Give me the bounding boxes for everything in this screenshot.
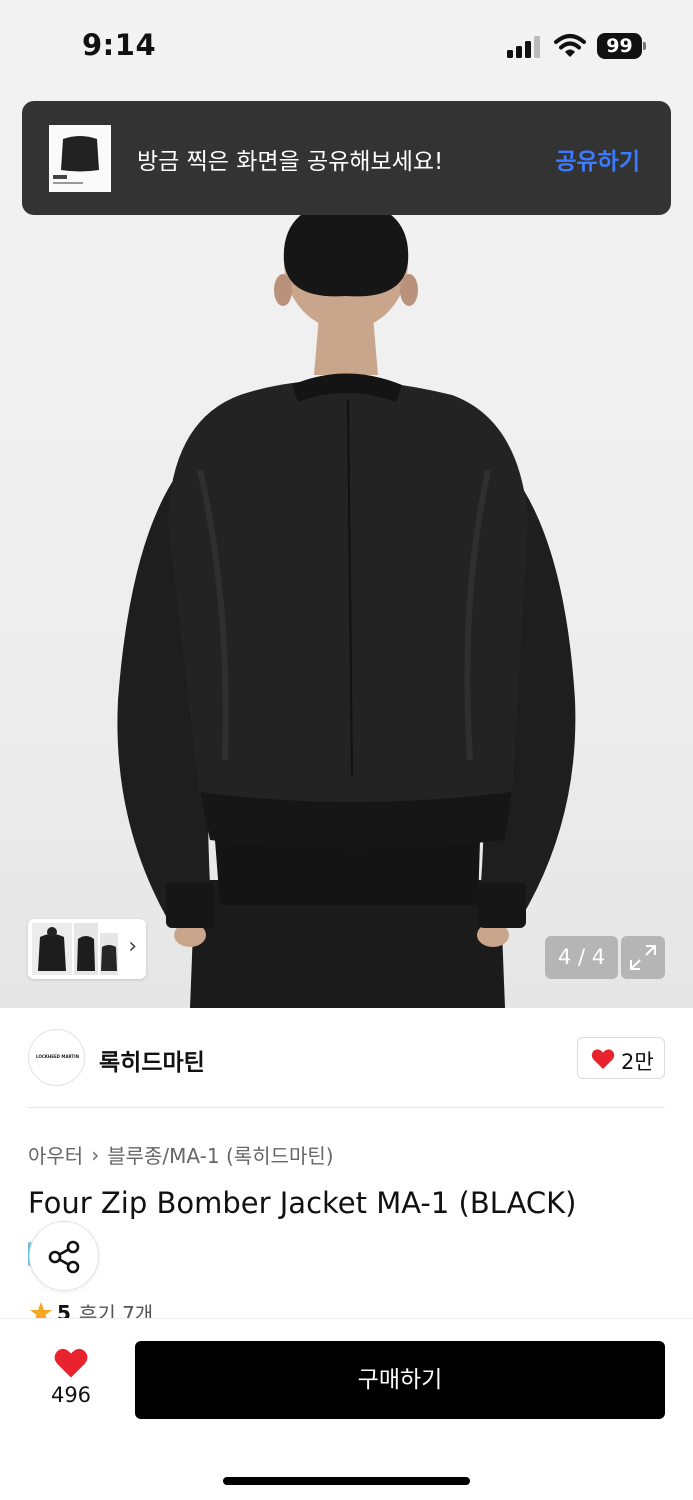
image-thumbnail-strip[interactable]: › — [28, 919, 146, 979]
breadcrumb: 아우터 › 블루종/MA-1 (록히드마틴) — [28, 1140, 334, 1169]
brand-logo-text: LOCKHEED MARTIN — [36, 1054, 79, 1059]
chevron-right-icon: › — [128, 934, 137, 959]
brand-like-button[interactable]: 2만 — [577, 1037, 665, 1079]
wishlist-count: 496 — [50, 1383, 92, 1407]
home-indicator[interactable] — [223, 1477, 470, 1485]
share-action-button[interactable]: 공유하기 — [555, 142, 640, 176]
wishlist-button[interactable]: 496 — [42, 1347, 100, 1407]
brand-name[interactable]: 록히드마틴 — [99, 1043, 205, 1077]
breadcrumb-category[interactable]: 아우터 — [28, 1140, 83, 1169]
chevron-right-icon: › — [91, 1142, 100, 1167]
signal-icon — [507, 36, 540, 58]
product-title: Four Zip Bomber Jacket MA-1 (BLACK) — [28, 1186, 577, 1220]
battery-level: 99 — [597, 33, 642, 59]
thumbnail-images — [32, 923, 118, 975]
brand-like-count: 2만 — [621, 1050, 654, 1074]
share-button[interactable] — [29, 1221, 99, 1291]
share-icon — [48, 1240, 80, 1274]
battery-icon: 99 — [597, 33, 646, 59]
expand-icon — [630, 945, 656, 970]
buy-button[interactable]: 구매하기 — [135, 1341, 665, 1419]
divider — [28, 1107, 665, 1108]
heart-icon — [54, 1348, 88, 1378]
brand-logo[interactable]: LOCKHEED MARTIN — [28, 1029, 85, 1086]
share-toast: 방금 찍은 화면을 공유해보세요! 공유하기 — [22, 101, 671, 215]
wifi-icon — [554, 34, 586, 57]
breadcrumb-subcategory[interactable]: 블루종/MA-1 (록히드마틴) — [107, 1140, 333, 1169]
battery-tip — [643, 42, 646, 50]
status-bar: 9:14 99 — [0, 0, 693, 90]
screenshot-thumbnail[interactable] — [49, 125, 111, 192]
expand-button[interactable] — [621, 936, 665, 979]
purchase-bar: 496 구매하기 — [0, 1318, 693, 1500]
product-image[interactable]: 9:14 99 방금 찍은 화면을 공유해보세요! 공유하기 › 4 / 4 — [0, 0, 693, 1008]
rating-row[interactable]: 5 후기 7개 — [29, 1298, 153, 1320]
image-counter: 4 / 4 — [545, 936, 618, 979]
status-time: 9:14 — [82, 28, 157, 62]
heart-icon — [591, 1049, 615, 1069]
toast-message: 방금 찍은 화면을 공유해보세요! — [137, 149, 444, 175]
